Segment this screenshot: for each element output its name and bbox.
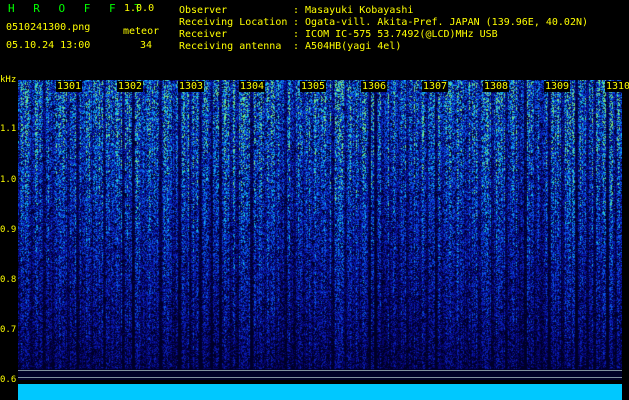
- info-value-observer: : Masayuki Kobayashi: [293, 5, 414, 16]
- y-tick-label: 1.1: [0, 124, 17, 134]
- file-name: 0510241300.png: [6, 22, 91, 33]
- y-tick-label: 0.6: [0, 375, 17, 385]
- x-tick-label: 1307: [422, 81, 449, 92]
- info-value-antenna: : A504HB(yagi 4el): [293, 41, 402, 52]
- app-version: 1.0.0: [124, 3, 155, 14]
- y-tick-label: 0.9: [0, 225, 17, 235]
- x-tick-label: 1309: [544, 81, 571, 92]
- x-tick-label: 1306: [361, 81, 388, 92]
- signal-strip: [18, 384, 622, 400]
- y-tick-label: 0.7: [0, 325, 17, 335]
- y-tick-label: 1.0: [0, 175, 17, 185]
- x-tick-label: 1301: [56, 81, 83, 92]
- info-value-receiver: : ICOM IC-575 53.7492(@LCD)MHz USB: [293, 29, 498, 40]
- x-tick-label: 1305: [300, 81, 327, 92]
- x-tick-label: 1310: [605, 81, 629, 92]
- info-label-location: Receiving Location: [179, 17, 288, 28]
- info-value-location: : Ogata-vill. Akita-Pref. JAPAN (139.96E…: [293, 17, 589, 28]
- y-axis-unit: kHz: [0, 75, 17, 85]
- x-tick-label: 1302: [117, 81, 144, 92]
- x-tick-label: 1308: [483, 81, 510, 92]
- reference-line: [18, 370, 622, 371]
- x-tick-label: 1303: [178, 81, 205, 92]
- reference-line: [18, 377, 622, 378]
- info-label-receiver: Receiver: [179, 29, 228, 40]
- date-time: 05.10.24 13:00: [6, 40, 91, 51]
- y-tick-label: 0.8: [0, 275, 17, 285]
- info-label-antenna: Receiving antenna: [179, 41, 282, 52]
- meteor-count: 34: [140, 40, 153, 51]
- x-tick-label: 1304: [239, 81, 266, 92]
- spectrogram-display: [18, 80, 622, 380]
- info-label-observer: Observer: [179, 5, 228, 16]
- meteor-label: meteor: [123, 26, 160, 37]
